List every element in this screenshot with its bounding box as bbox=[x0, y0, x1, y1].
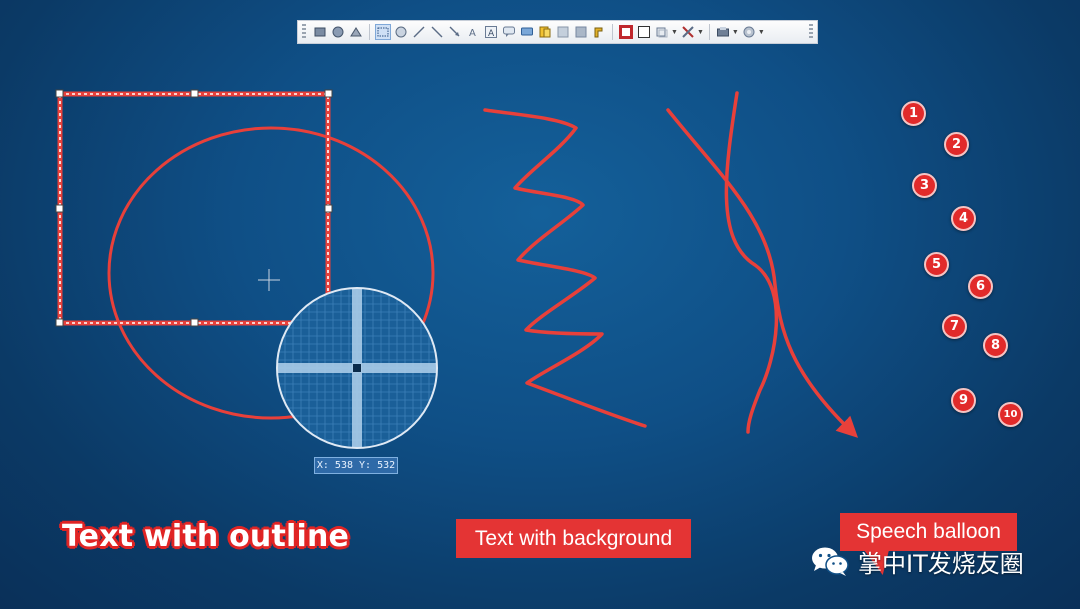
number-marker[interactable]: 3 bbox=[912, 173, 937, 198]
watermark: 掌中IT发烧友圈 bbox=[810, 541, 1024, 581]
number-marker[interactable]: 8 bbox=[983, 333, 1008, 358]
number-marker[interactable]: 5 bbox=[924, 252, 949, 277]
watermark-text: 掌中IT发烧友圈 bbox=[858, 549, 1024, 578]
magnifier-loupe bbox=[276, 287, 438, 449]
number-marker[interactable]: 10 bbox=[998, 402, 1023, 427]
text-with-outline[interactable]: Text with outline bbox=[62, 519, 349, 554]
number-marker[interactable]: 9 bbox=[951, 388, 976, 413]
number-marker[interactable]: 2 bbox=[944, 132, 969, 157]
selection-handles[interactable] bbox=[55, 89, 333, 327]
number-marker[interactable]: 6 bbox=[968, 274, 993, 299]
coordinate-readout: X: 538 Y: 532 bbox=[314, 457, 398, 474]
number-marker[interactable]: 4 bbox=[951, 206, 976, 231]
wechat-icon bbox=[812, 547, 849, 576]
crosshair-cursor-icon bbox=[258, 269, 280, 291]
freehand-zigzag[interactable] bbox=[483, 108, 647, 428]
freehand-curve[interactable] bbox=[724, 91, 779, 434]
number-marker[interactable]: 1 bbox=[901, 101, 926, 126]
text-with-background[interactable]: Text with background bbox=[456, 519, 691, 558]
number-marker[interactable]: 7 bbox=[942, 314, 967, 339]
